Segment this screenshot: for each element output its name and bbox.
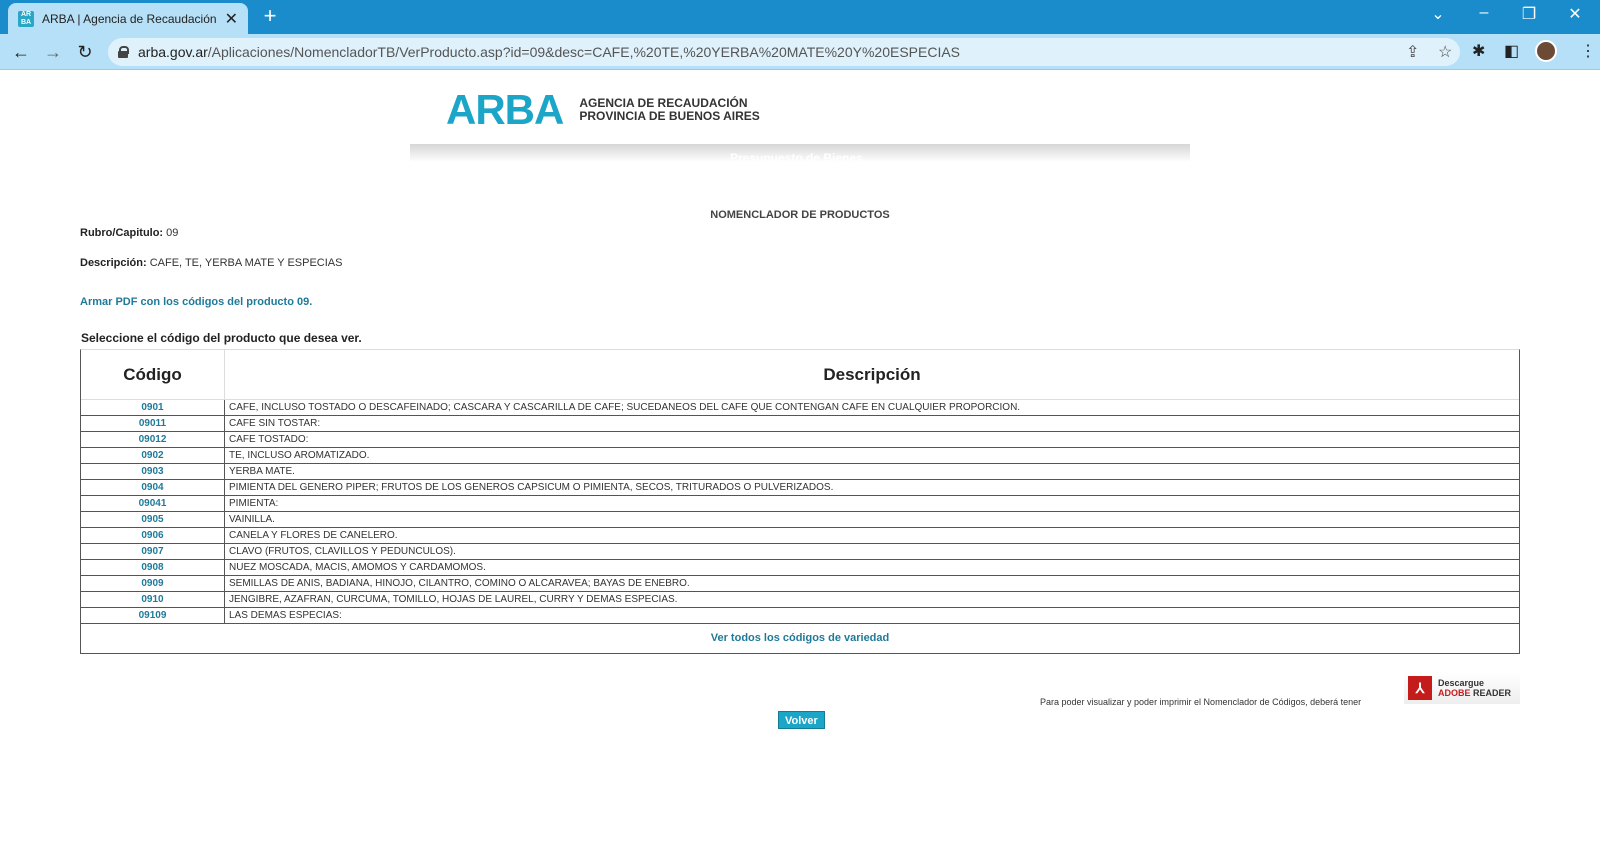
product-description: TE, INCLUSO AROMATIZADO.	[229, 450, 370, 461]
descripcion-value: CAFE, TE, YERBA MATE Y ESPECIAS	[149, 257, 343, 269]
table-row: 0907 CLAVO (FRUTOS, CLAVILLOS Y PEDUNCULO…	[81, 544, 1519, 560]
tab-title: ARBA | Agencia de Recaudación de la Prov…	[42, 11, 217, 26]
table-row: 0905 VAINILLA.	[81, 512, 1519, 528]
adobe-line-1: Descargue	[1438, 678, 1485, 688]
product-code-link[interactable]: 0910	[81, 592, 225, 607]
armar-pdf-link[interactable]: Armar PDF con los códigos del producto 0…	[80, 296, 312, 308]
restore-icon[interactable]: ❐	[1514, 4, 1544, 24]
share-icon[interactable]: ⇪	[1406, 42, 1419, 62]
product-code-link[interactable]: 09012	[81, 432, 225, 447]
descripcion-line: Descripción: CAFE, TE, YERBA MATE Y ESPE…	[80, 257, 342, 269]
browser-tab[interactable]: ARBA ARBA | Agencia de Recaudación de la…	[8, 3, 248, 34]
table-body: 0901 CAFE, INCLUSO TOSTADO O DESCAFEINADO…	[81, 400, 1519, 624]
address-bar[interactable]: arba.gov.ar/Aplicaciones/NomencladorTB/V…	[108, 38, 1460, 66]
page-content: ARBA AGENCIA DE RECAUDACIÓN PROVINCIA DE…	[0, 70, 1600, 860]
product-description: NUEZ MOSCADA, MACIS, AMOMOS Y CARDAMOMOS…	[229, 562, 486, 573]
forward-arrow-icon[interactable]: →	[40, 39, 66, 65]
volver-button[interactable]: Volver	[778, 711, 825, 729]
product-description: CAFE SIN TOSTAR:	[229, 418, 321, 429]
logo-subtitle-line-2: PROVINCIA DE BUENOS AIRES	[579, 109, 760, 123]
product-code-link[interactable]: 09109	[81, 608, 225, 623]
product-code-link[interactable]: 0901	[81, 400, 225, 415]
product-code-link[interactable]: 0902	[81, 448, 225, 463]
product-description: PIMIENTA DEL GENERO PIPER; FRUTOS DE LOS…	[229, 482, 834, 493]
table-footer: Ver todos los códigos de variedad	[81, 624, 1519, 653]
logo-subtitle: AGENCIA DE RECAUDACIÓN PROVINCIA DE BUEN…	[579, 97, 759, 123]
product-description: YERBA MATE.	[229, 466, 295, 477]
url-host: arba.gov.ar	[138, 44, 208, 60]
descripcion-label: Descripción:	[80, 257, 147, 269]
product-code-link[interactable]: 0905	[81, 512, 225, 527]
extensions-puzzle-icon[interactable]: ✱	[1472, 41, 1485, 61]
table-row: 09011 CAFE SIN TOSTAR:	[81, 416, 1519, 432]
menu-kebab-icon[interactable]: ⋮	[1580, 41, 1596, 61]
side-panel-icon[interactable]: ◧	[1504, 41, 1519, 61]
table-row: 0902 TE, INCLUSO AROMATIZADO.	[81, 448, 1519, 464]
product-description: CANELA Y FLORES DE CANELERO.	[229, 530, 398, 541]
product-description: CAFE TOSTADO:	[229, 434, 309, 445]
adobe-red-text: ADOBE	[1438, 688, 1471, 698]
tab-search-icon[interactable]: ⌄	[1423, 4, 1453, 24]
rubro-value: 09	[166, 227, 179, 239]
adobe-line-2: ADOBE READER	[1438, 688, 1511, 698]
logo-text: ARBA	[446, 86, 564, 133]
table-row: 09041 PIMIENTA:	[81, 496, 1519, 512]
product-description: CLAVO (FRUTOS, CLAVILLOS Y PEDUNCULOS).	[229, 546, 456, 557]
product-code-link[interactable]: 0909	[81, 576, 225, 591]
url-path: /Aplicaciones/NomencladorTB/VerProducto.…	[207, 44, 961, 60]
product-code-link[interactable]: 0903	[81, 464, 225, 479]
table-row: 0906 CANELA Y FLORES DE CANELERO.	[81, 528, 1519, 544]
profile-avatar[interactable]	[1535, 40, 1557, 62]
table-row: 0904 PIMIENTA DEL GENERO PIPER; FRUTOS DE…	[81, 480, 1519, 496]
product-description: LAS DEMAS ESPECIAS:	[229, 610, 342, 621]
arba-favicon-icon: AR BA	[18, 10, 34, 27]
table-row: 09012 CAFE TOSTADO:	[81, 432, 1519, 448]
product-description: JENGIBRE, AZAFRAN, CURCUMA, TOMILLO, HOJ…	[229, 594, 678, 605]
productos-table: Código Descripción 0901 CAFE, INCLUSO TOS…	[80, 349, 1520, 654]
close-icon[interactable]: ✕	[225, 9, 238, 29]
ver-todos-link[interactable]: Ver todos los códigos de variedad	[711, 632, 890, 644]
product-code-link[interactable]: 0908	[81, 560, 225, 575]
product-code-link[interactable]: 0907	[81, 544, 225, 559]
bookmark-star-icon[interactable]: ☆	[1438, 42, 1452, 62]
back-arrow-icon[interactable]: ←	[8, 39, 34, 65]
table-row: 0909 SEMILLAS DE ANIS, BADIANA, HINOJO, C…	[81, 576, 1519, 592]
column-header-descripcion: Descripción	[823, 364, 921, 384]
column-header-codigo: Código	[81, 350, 225, 399]
product-description: VAINILLA.	[229, 514, 275, 525]
table-row: 0908 NUEZ MOSCADA, MACIS, AMOMOS Y CARDAM…	[81, 560, 1519, 576]
browser-tab-bar: ARBA ARBA | Agencia de Recaudación de la…	[0, 0, 1600, 34]
product-code-link[interactable]: 0906	[81, 528, 225, 543]
select-instructions: Seleccione el código del producto que de…	[81, 331, 362, 345]
minimize-icon[interactable]: –	[1469, 4, 1499, 22]
arba-logo[interactable]: ARBA AGENCIA DE RECAUDACIÓN PROVINCIA DE…	[446, 86, 760, 134]
page-title: NOMENCLADOR DE PRODUCTOS	[710, 209, 890, 221]
browser-toolbar: ← → ↻ arba.gov.ar/Aplicaciones/Nomenclad…	[0, 34, 1600, 70]
new-tab-icon[interactable]: +	[258, 5, 282, 29]
lock-icon[interactable]	[118, 46, 129, 58]
adobe-reader-download-badge[interactable]: ⅄ Descargue ADOBE READER	[1404, 672, 1520, 704]
reload-icon[interactable]: ↻	[72, 39, 98, 65]
rubro-label: Rubro/Capitulo:	[80, 227, 164, 239]
product-description: SEMILLAS DE ANIS, BADIANA, HINOJO, CILAN…	[229, 578, 690, 589]
adobe-note: Para poder visualizar y poder imprimir e…	[1040, 697, 1362, 707]
product-description: PIMIENTA:	[229, 498, 279, 509]
table-row: 0903 YERBA MATE.	[81, 464, 1519, 480]
table-row: 09109 LAS DEMAS ESPECIAS:	[81, 608, 1519, 624]
table-header: Código Descripción	[81, 350, 1519, 400]
product-code-link[interactable]: 09011	[81, 416, 225, 431]
pdf-icon: ⅄	[1408, 676, 1432, 700]
banner-text: Presupuesto de Bienes	[730, 151, 863, 165]
table-row: 0901 CAFE, INCLUSO TOSTADO O DESCAFEINADO…	[81, 400, 1519, 416]
table-row: 0910 JENGIBRE, AZAFRAN, CURCUMA, TOMILLO,…	[81, 592, 1519, 608]
window-close-icon[interactable]: ✕	[1560, 4, 1590, 24]
product-code-link[interactable]: 09041	[81, 496, 225, 511]
rubro-line: Rubro/Capitulo: 09	[80, 227, 178, 239]
adobe-reader-text: READER	[1473, 688, 1512, 698]
product-code-link[interactable]: 0904	[81, 480, 225, 495]
product-description: CAFE, INCLUSO TOSTADO O DESCAFEINADO; CA…	[229, 402, 1021, 413]
